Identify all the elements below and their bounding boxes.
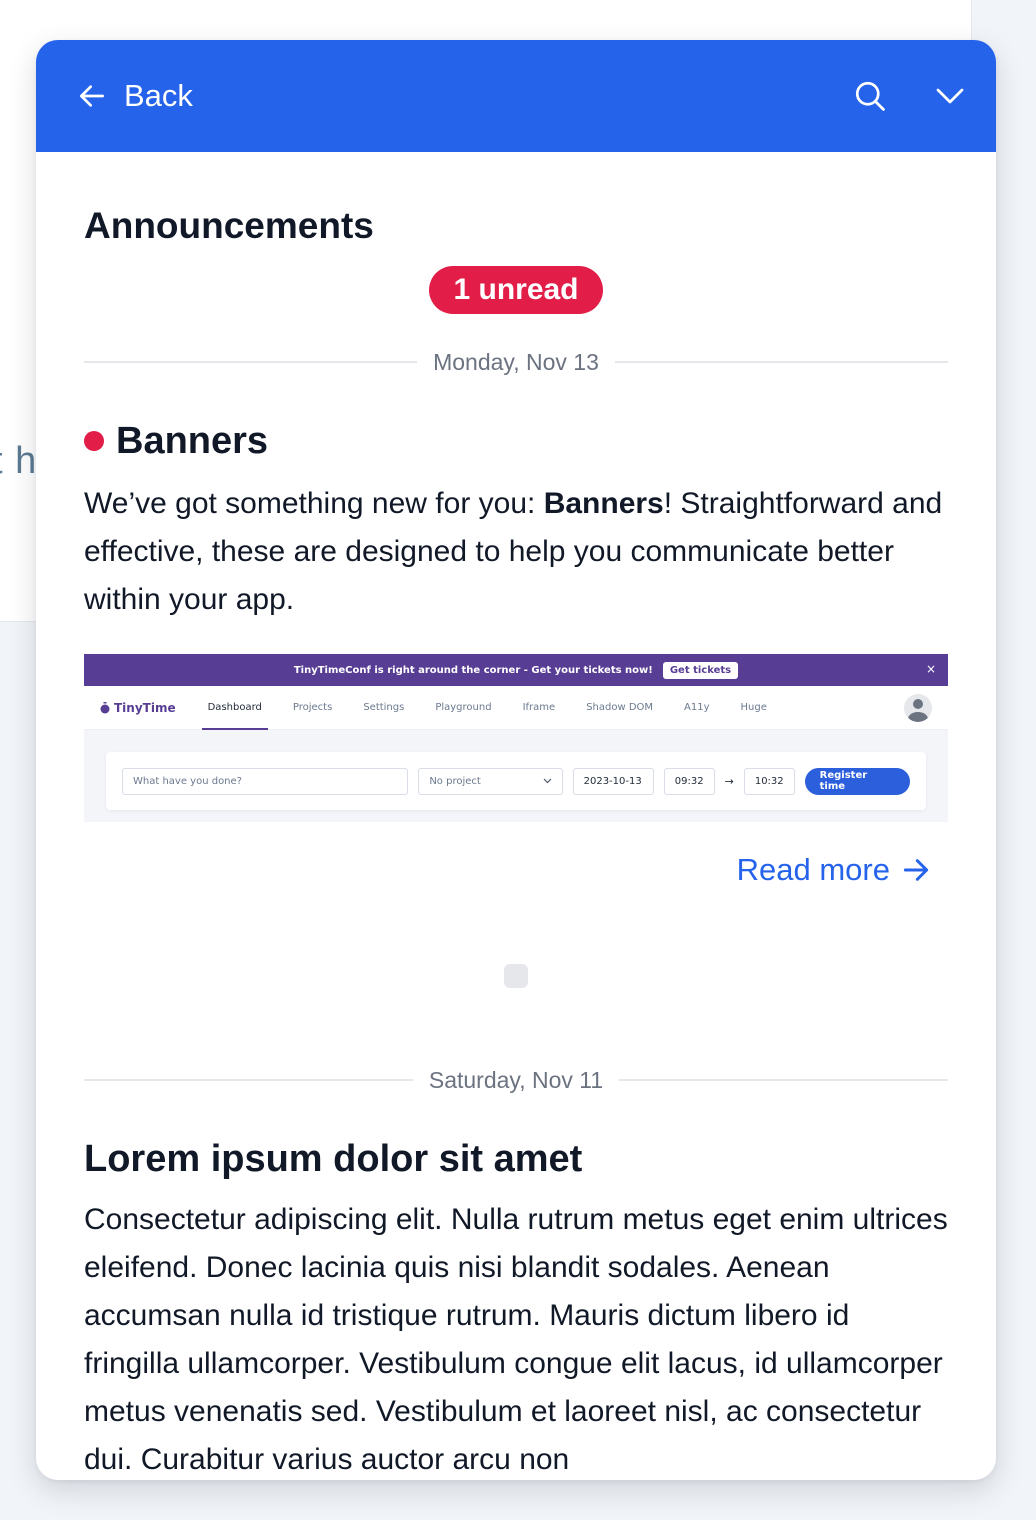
preview-nav-item: Settings [363,702,405,713]
loading-indicator [504,964,528,988]
preview-get-tickets-button: Get tickets [662,661,739,679]
divider-line [619,1079,949,1081]
preview-date-input: 2023-10-13 [572,767,654,795]
preview-banner-text: TinyTimeConf is right around the corner … [293,664,653,676]
collapse-button[interactable] [924,70,976,122]
preview-navbar: TinyTime Dashboard Projects Settings Pla… [84,686,948,730]
read-more-link[interactable]: Read more [737,852,932,888]
unread-indicator-icon [84,431,104,451]
date-label: Saturday, Nov 11 [428,1066,604,1093]
announcement-body: Consectetur adipiscing elit. Nulla rutru… [84,1203,948,1476]
read-more-label: Read more [736,852,890,887]
body-bold-text: Banners [543,487,664,520]
divider-line [84,361,418,363]
preview-nav-item: Playground [435,702,492,713]
back-button[interactable]: Back [76,78,193,114]
announcement-preview-image: TinyTimeConf is right around the corner … [84,654,948,822]
preview-logo: TinyTime [100,701,176,715]
arrow-left-icon [80,85,104,107]
chevron-down-icon [936,88,964,104]
header-actions [844,70,976,122]
preview-nav-item: A11y [684,702,710,713]
page-title: Announcements [84,205,374,246]
announcement-title: Banners [116,420,269,462]
chevron-down-icon [543,778,552,784]
search-icon [855,81,885,111]
preview-nav-item: Huge [740,702,767,713]
preview-banner: TinyTimeConf is right around the corner … [84,654,948,686]
date-divider: Monday, Nov 13 [84,342,948,382]
stopwatch-icon [100,701,110,713]
preview-project-value: No project [429,775,481,787]
search-button[interactable] [844,70,896,122]
preview-avatar-icon [904,694,932,722]
panel-body: Announcements 1 unread Monday, Nov 13 Ba… [36,204,996,1480]
preview-register-button: Register time [804,767,911,795]
panel-header: Back [36,40,996,152]
back-label: Back [124,78,193,113]
date-divider: Saturday, Nov 11 [84,1060,949,1100]
preview-time-entry-card: What have you done? No project 2023-10-1… [106,752,926,810]
divider-line [84,1079,413,1081]
preview-nav-item: Projects [292,702,333,713]
announcement-header: Banners [84,418,948,464]
read-more-row: Read more [84,852,948,888]
preview-project-select: No project [418,767,563,795]
body-text: We’ve got something new for you: [84,487,544,520]
announcement-title: Lorem ipsum dolor sit amet [84,1138,583,1180]
preview-nav-item: Dashboard [201,686,269,730]
background-page-text: t h [0,440,38,482]
preview-arrow-icon: → [724,774,734,788]
date-label: Monday, Nov 13 [433,348,599,375]
preview-description-input: What have you done? [122,767,409,795]
announcement-body: We’ve got something new for you: Banners… [84,480,948,624]
arrow-right-icon [903,859,929,881]
announcements-panel: Back Announcements 1 unread Monday, Nov … [36,40,996,1480]
preview-end-time-input: 10:32 [743,767,795,795]
preview-start-time-input: 09:32 [663,767,715,795]
preview-logo-text: TinyTime [114,700,176,715]
unread-badge: 1 unread [429,266,603,314]
loading-indicator-row [84,964,948,988]
preview-nav-item: Iframe [522,702,556,713]
divider-line [614,361,948,363]
badge-row: 1 unread [84,266,948,314]
preview-nav-item: Shadow DOM [586,702,654,713]
preview-close-icon: × [925,662,936,676]
